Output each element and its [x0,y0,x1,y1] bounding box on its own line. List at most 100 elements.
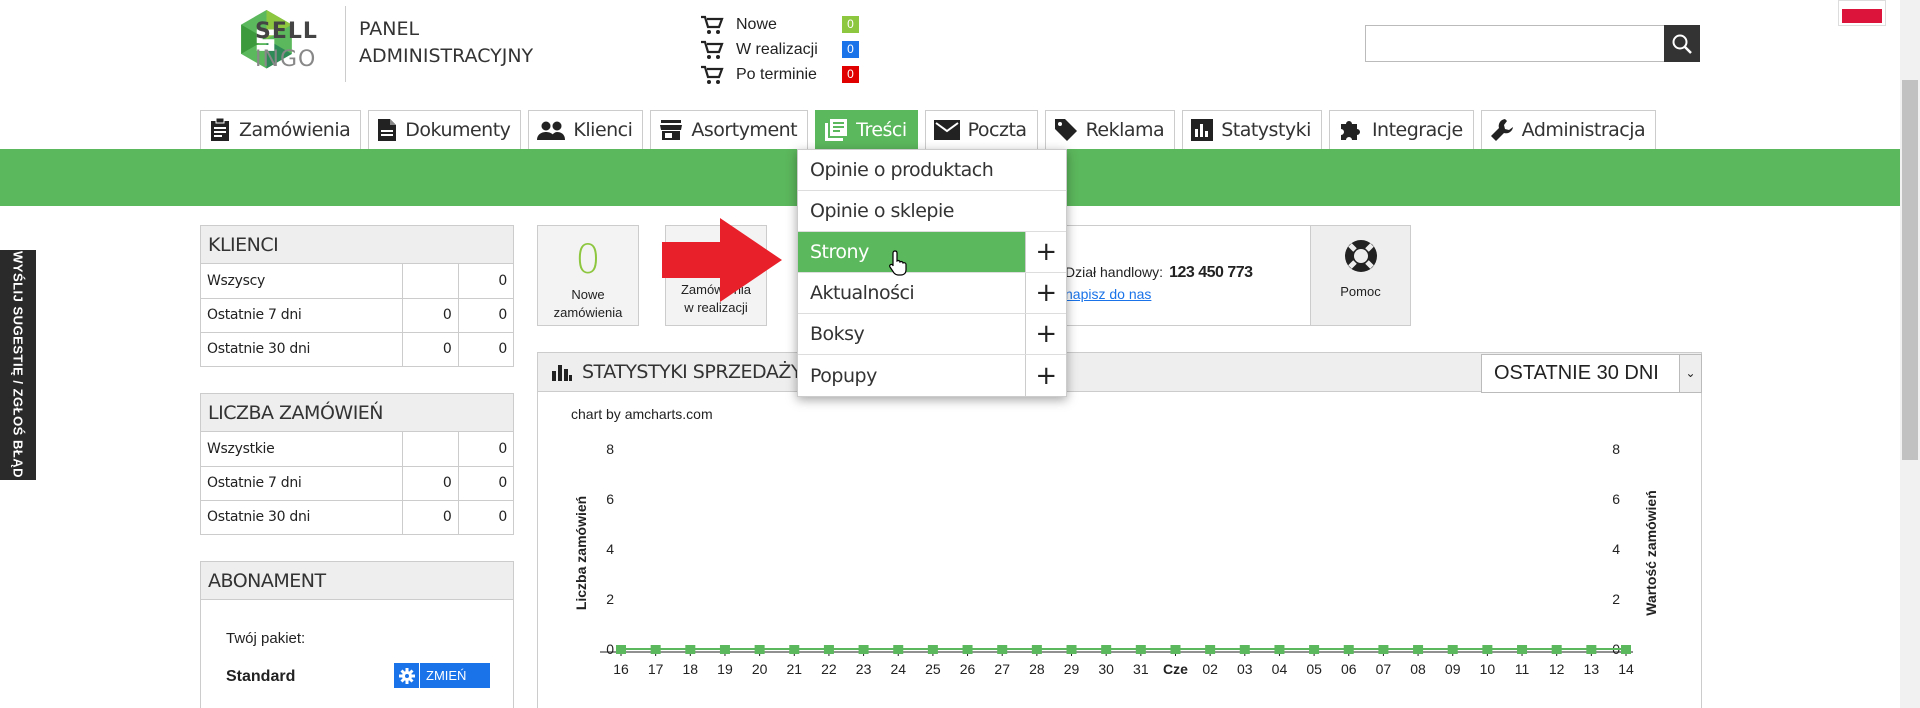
orders-new-link[interactable]: Nowe 0 [700,12,859,37]
data-point [858,645,869,654]
document-icon [378,119,397,141]
gear-icon [394,663,420,688]
nav-klienci[interactable]: Klienci [528,110,644,149]
nav-poczta[interactable]: Poczta [924,110,1038,149]
tresci-dropdown: Opinie o produktach Opinie o sklepie Str… [797,149,1067,397]
nav-label: Integracje [1371,119,1463,141]
menu-item-opinie-produkty[interactable]: Opinie o produktach [798,150,1066,191]
nav-administracja[interactable]: Administracja [1480,110,1657,149]
klienci-title: KLIENCI [201,226,513,264]
logo-wordmark: SELL INGO [255,18,318,74]
nav-tresci[interactable]: Treści [815,110,918,149]
cart-icon [700,64,726,86]
table-row: Wszyscy 0 [201,264,513,298]
change-plan-label: ZMIEŃ [426,668,467,683]
write-to-us-link[interactable]: napisz do nas [1065,286,1151,302]
y-tick-label: 6 [606,491,614,507]
data-point [650,645,661,654]
table-row: Ostatnie 30 dni 0 0 [201,499,513,534]
data-point [997,645,1008,654]
data-point [1170,645,1181,654]
add-aktualnosc-button[interactable]: + [1025,273,1066,313]
chevron-down-icon: ⌄ [1679,355,1701,392]
page-scrollbar[interactable] [1900,0,1920,708]
x-tick-label: 09 [1445,661,1461,677]
y-tick-label: 4 [606,541,614,557]
data-point [1378,645,1389,654]
klienci-box: KLIENCI Wszyscy 0 Ostatnie 7 dni 0 0 Ostatn… [200,225,514,367]
search-input[interactable] [1366,26,1666,61]
scrollbar-thumb[interactable] [1902,80,1918,460]
search-icon [1672,34,1692,54]
menu-item-opinie-sklep[interactable]: Opinie o sklepie [798,191,1066,232]
y2-tick-label: 8 [1612,441,1620,457]
change-plan-button[interactable]: ZMIEŃ [394,663,490,688]
x-tick-label: 26 [960,661,976,677]
orders-overdue-link[interactable]: Po terminie 0 [700,62,859,87]
menu-item-label: Opinie o produktach [810,159,994,181]
y2-tick-label: 6 [1612,491,1620,507]
orders-in-progress-link[interactable]: W realizacji 0 [700,37,859,62]
row-label: Ostatnie 30 dni [201,499,402,534]
add-boks-button[interactable]: + [1025,314,1066,354]
row-value [401,432,458,466]
table-row: Ostatnie 7 dni 0 0 [201,465,513,500]
menu-item-label: Boksy [810,323,865,345]
red-arrow-annotation [662,218,782,302]
menu-item-strony[interactable]: Strony + [798,232,1066,273]
orders-overdue-badge: 0 [842,66,859,83]
data-point [789,645,800,654]
lifebuoy-icon [1344,240,1377,272]
menu-item-boksy[interactable]: Boksy + [798,314,1066,355]
main-nav: Zamówienia Dokumenty Klienci Asortyment … [200,110,1657,149]
x-tick-label: 08 [1410,661,1426,677]
data-point [927,645,938,654]
data-point [1135,645,1146,654]
x-tick-label: Cze [1163,661,1188,677]
period-select[interactable]: OSTATNIE 30 DNI ⌄ [1481,354,1702,393]
nav-statystyki[interactable]: Statystyki [1182,110,1322,149]
nav-zamowienia[interactable]: Zamówienia [200,110,362,149]
row-value: 0 [457,297,513,332]
language-flag-button[interactable] [1838,0,1886,26]
row-value: 0 [401,499,458,534]
data-point [1517,645,1528,654]
add-popup-button[interactable]: + [1025,355,1066,396]
nav-integracje[interactable]: Integracje [1328,110,1474,149]
nav-asortyment[interactable]: Asortyment [650,110,809,149]
nav-reklama[interactable]: Reklama [1044,110,1176,149]
data-point [616,645,626,654]
stats-title: STATYSTYKI SPRZEDAŻY [582,361,802,383]
y2-axis-label: Wartość zamówień [1643,490,1659,616]
search-button[interactable] [1664,25,1700,62]
data-point [1101,645,1112,654]
menu-item-aktualnosci[interactable]: Aktualności + [798,273,1066,314]
add-strona-button[interactable]: + [1025,232,1066,272]
row-label: Wszyscy [207,272,265,289]
sales-chart: chart by amcharts.com0 02 24 46 68 8Liczba za… [571,406,1659,677]
x-tick-label: 05 [1306,661,1322,677]
y-tick-label: 2 [606,591,614,607]
new-orders-tile[interactable]: 0 Nowe zamówienia [537,225,639,326]
y-tick-label: 0 [606,641,614,657]
nav-label: Administracja [1521,119,1646,141]
x-tick-label: 16 [613,661,629,677]
period-value: OSTATNIE 30 DNI [1494,362,1659,384]
x-tick-label: 30 [1098,661,1114,677]
clipboard-icon [211,118,229,141]
nav-dokumenty[interactable]: Dokumenty [368,110,522,149]
row-value: 0 [457,465,513,500]
table-row: Ostatnie 7 dni 0 0 [201,297,513,332]
tile-label: Nowe [571,287,605,302]
suggestion-tab[interactable]: WYŚLIJ SUGESTIĘ / ZGŁOŚ BŁĄD [0,250,36,480]
x-tick-label: 10 [1480,661,1496,677]
row-value: 0 [457,331,513,366]
klienci-table: Wszyscy 0 Ostatnie 7 dni 0 0 Ostatnie 30 dn… [201,264,513,366]
logo-bottom-text: INGO [255,47,317,72]
orders-overdue-label: Po terminie [736,65,817,83]
menu-item-popupy[interactable]: Popupy + [798,355,1066,396]
help-tile[interactable]: Pomoc [1310,225,1411,326]
sales-label: Dział handlowy: [1065,264,1164,280]
hand-cursor-icon [889,250,907,276]
x-tick-label: 18 [683,661,699,677]
